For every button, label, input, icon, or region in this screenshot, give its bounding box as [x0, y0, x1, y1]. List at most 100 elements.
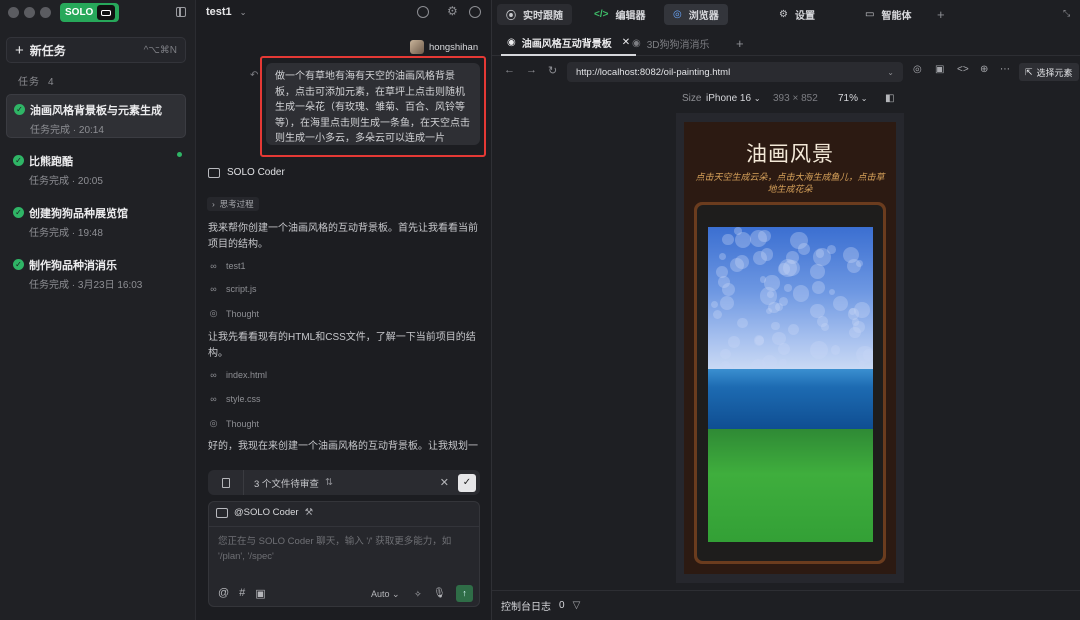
avatar	[410, 40, 424, 54]
filter-icon[interactable]: ▽	[573, 600, 581, 611]
history-icon[interactable]	[417, 6, 429, 18]
tool-call-row[interactable]: ∞ index.html	[208, 370, 267, 380]
agent-icon	[208, 167, 220, 178]
chevron-down-icon: ⌄	[753, 94, 761, 103]
sky-texture	[767, 291, 774, 299]
chat-title[interactable]: test1 ⌄	[206, 6, 246, 18]
size-label: Size	[682, 93, 702, 104]
thought-row[interactable]: ◎ Thought	[208, 418, 259, 429]
composer-tools: @ # ▣	[218, 587, 266, 600]
thought-icon: ◎	[209, 308, 218, 318]
sort-icon: ⇅	[324, 477, 333, 488]
task-status: 任务完成 · 19:48	[29, 228, 103, 239]
thinking-toggle[interactable]: › 思考过程	[207, 197, 259, 211]
mention-icon[interactable]: @	[218, 587, 229, 600]
more-icon[interactable]: ⋯	[1000, 64, 1010, 75]
reject-all-icon[interactable]: ✕	[440, 476, 449, 489]
gear-icon[interactable]: ⚙	[447, 4, 458, 18]
tool-call-target: script.js	[226, 284, 257, 294]
browser-tab-active[interactable]: ◉ 油画风格互动背景板 ✕	[501, 30, 637, 56]
accept-all-button[interactable]: ✓	[458, 473, 476, 492]
tab-agents[interactable]: ▭ 智能体	[856, 4, 920, 25]
composer[interactable]: @SOLO Coder ⚒ 您正在与 SOLO Coder 聊天，输入 '/' …	[208, 501, 480, 607]
user-name: hongshihan	[429, 41, 479, 53]
image-icon[interactable]: ▣	[255, 587, 265, 600]
model-select[interactable]: Auto ⌄ ✧	[371, 589, 422, 600]
viewport-dims: 393 × 852	[773, 93, 818, 104]
thought-label: Thought	[226, 308, 260, 319]
tab-label: 编辑器	[615, 11, 646, 22]
undo-icon[interactable]: ↶	[250, 70, 258, 81]
collapse-icon[interactable]: ⤡	[1063, 8, 1070, 19]
task-item[interactable]: ✓ 油画风格背景板与元素生成 任务完成 · 20:14	[6, 94, 186, 138]
device-select[interactable]: iPhone 16 ⌄	[706, 93, 761, 104]
sky-area[interactable]	[708, 227, 873, 375]
hash-icon[interactable]: #	[239, 587, 245, 600]
mic-icon[interactable]: 🎙	[433, 588, 446, 599]
grass-area[interactable]	[708, 429, 873, 542]
browser-tab[interactable]: ◉ 3D狗狗消消乐	[626, 30, 716, 56]
sea-area[interactable]	[708, 369, 873, 429]
tool-call-row[interactable]: ∞ script.js	[208, 284, 257, 294]
target-icon[interactable]: ◎	[913, 64, 922, 75]
rotate-icon[interactable]: ◧	[885, 93, 894, 104]
forward-icon[interactable]: →	[526, 64, 537, 76]
composer-agent-chip[interactable]: @SOLO Coder ⚒	[216, 507, 313, 518]
task-title: 比熊跑酷	[29, 156, 73, 168]
device-icon[interactable]: ▣	[935, 64, 944, 75]
task-item[interactable]: ✓ 比熊跑酷 任务完成 · 20:05	[6, 146, 186, 190]
thought-row[interactable]: ◎ Thought	[208, 308, 259, 319]
message-input[interactable]: 您正在与 SOLO Coder 聊天，输入 '/' 获取更多能力，如 '/pla…	[218, 534, 468, 564]
tab-label: 油画风格互动背景板	[521, 38, 612, 50]
chevron-down-icon: ⌄	[860, 94, 868, 103]
window-minimize-dot[interactable]	[24, 7, 35, 18]
glasses-icon: ∞	[210, 394, 217, 404]
sidebar: SOLO + 新任务 ^⌥⌘N 任务 4 ✓ 油画风格背景板与元素生成 任务完成 …	[0, 0, 196, 620]
chevron-down-icon[interactable]: ⌄	[887, 68, 894, 77]
new-task-button[interactable]: + 新任务 ^⌥⌘N	[6, 37, 186, 63]
tab-settings[interactable]: ⚙ 设置	[770, 4, 824, 25]
task-status: 任务完成 · 3月23日 16:03	[29, 280, 143, 291]
task-item[interactable]: ✓ 创建狗狗品种展览馆 任务完成 · 19:48	[6, 198, 186, 242]
device-label: iPhone 16	[706, 93, 752, 104]
tool-call-target: style.css	[226, 394, 261, 404]
thought-icon: ◎	[209, 418, 218, 428]
toggle-sidebar-icon[interactable]	[176, 7, 186, 17]
task-status: 任务完成 · 20:14	[30, 125, 104, 136]
page-subtitle: 点击天空生成云朵，点击大海生成鱼儿，点击草地生成花朵	[695, 172, 885, 194]
sky-texture	[833, 296, 849, 312]
tab-editor[interactable]: </> 编辑器	[585, 4, 654, 25]
devtools-icon[interactable]: <>	[957, 64, 969, 75]
url-bar[interactable]: http://localhost:8082/oil-painting.html …	[567, 62, 903, 82]
tab-live-follow[interactable]: ⦿ 实时跟随	[497, 4, 572, 25]
console-bar[interactable]: 控制台日志 0 ▽	[492, 590, 1080, 620]
pending-files-bar[interactable]: 3 个文件待审查 ⇅ ✕ ✓	[208, 470, 480, 495]
sparkle-icon[interactable]: ✧	[414, 589, 422, 599]
back-icon[interactable]: ←	[504, 64, 515, 76]
send-button[interactable]: ↑	[456, 585, 473, 602]
tool-call-row[interactable]: ∞ style.css	[208, 394, 261, 404]
cursor-icon: ⇱	[1025, 66, 1033, 77]
sky-texture	[734, 254, 750, 269]
add-tab-icon[interactable]: +	[937, 7, 945, 22]
globe-icon[interactable]: ⊕	[980, 64, 988, 75]
window-zoom-dot[interactable]	[40, 7, 51, 18]
reload-icon[interactable]: ↻	[548, 64, 557, 77]
composer-divider	[209, 526, 479, 527]
account-settings-icon[interactable]	[469, 6, 481, 18]
sky-texture	[760, 248, 774, 261]
zoom-select[interactable]: 71% ⌄	[838, 93, 868, 104]
agent-icon: ▭	[865, 9, 875, 20]
sky-texture	[759, 276, 767, 283]
check-circle-icon: ✓	[13, 207, 24, 218]
window-close-dot[interactable]	[8, 7, 19, 18]
new-browser-tab-icon[interactable]: +	[736, 36, 744, 51]
task-item[interactable]: ✓ 制作狗品种消消乐 任务完成 · 3月23日 16:03	[6, 250, 186, 294]
sky-texture	[755, 336, 765, 345]
tool-call-row[interactable]: ∞ test1	[208, 261, 245, 271]
pick-element-button[interactable]: ⇱ 选择元素	[1019, 63, 1079, 81]
task-title: 创建狗狗品种展览馆	[29, 208, 128, 220]
painting-canvas[interactable]	[708, 227, 873, 542]
tab-browser[interactable]: ◎ 浏览器	[664, 4, 728, 25]
model-label: Auto	[371, 589, 390, 599]
